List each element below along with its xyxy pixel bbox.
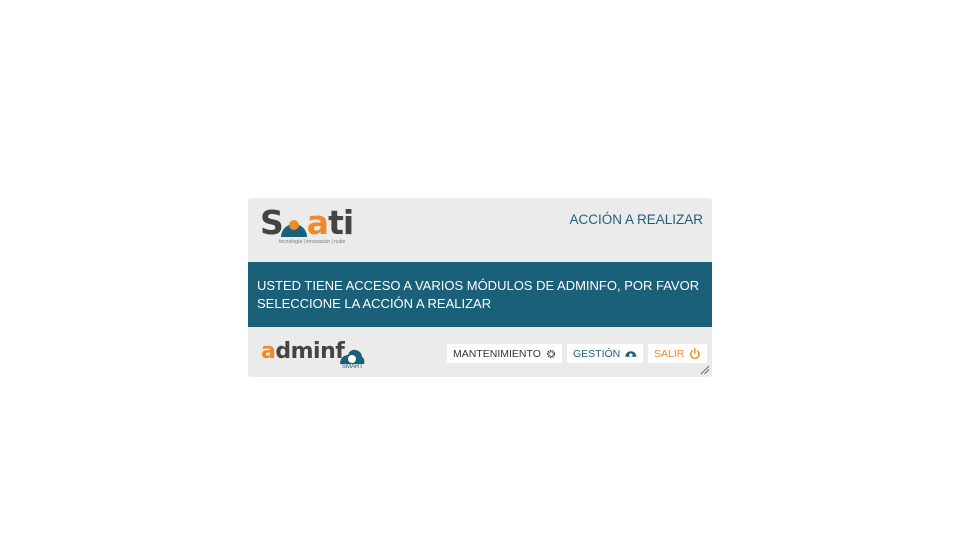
cloud-icon	[625, 351, 637, 357]
dialog-title: ACCIÓN A REALIZAR	[569, 212, 703, 227]
salir-button[interactable]: SALIR	[648, 344, 707, 363]
adminfo-smart-label: SMART	[342, 364, 363, 370]
power-icon	[690, 348, 700, 359]
salir-label: SALIR	[654, 347, 685, 360]
adminfo-cloud-icon	[340, 349, 365, 364]
solati-tagline: tecnología | innovación | nube	[279, 239, 346, 245]
mantenimiento-button[interactable]: MANTENIMIENTO	[447, 344, 562, 363]
solati-logo: Sati tecnología | innovación | nube	[260, 203, 354, 246]
gear-icon	[546, 349, 556, 358]
dialog-footer: adminf SMART MANTENIMIENTO GESTIÓN SALIR	[248, 327, 712, 377]
mantenimiento-label: MANTENIMIENTO	[453, 347, 541, 360]
resize-handle-icon[interactable]	[700, 365, 710, 375]
dialog-message: USTED TIENE ACCESO A VARIOS MÓDULOS DE A…	[248, 262, 712, 327]
action-dialog: Sati tecnología | innovación | nube ACCI…	[248, 198, 712, 377]
gestion-label: GESTIÓN	[573, 347, 621, 360]
gestion-button[interactable]: GESTIÓN	[567, 344, 643, 363]
solati-cloud-icon	[281, 220, 307, 237]
dialog-header: Sati tecnología | innovación | nube ACCI…	[248, 198, 712, 262]
adminfo-logo: adminf SMART	[261, 339, 371, 373]
